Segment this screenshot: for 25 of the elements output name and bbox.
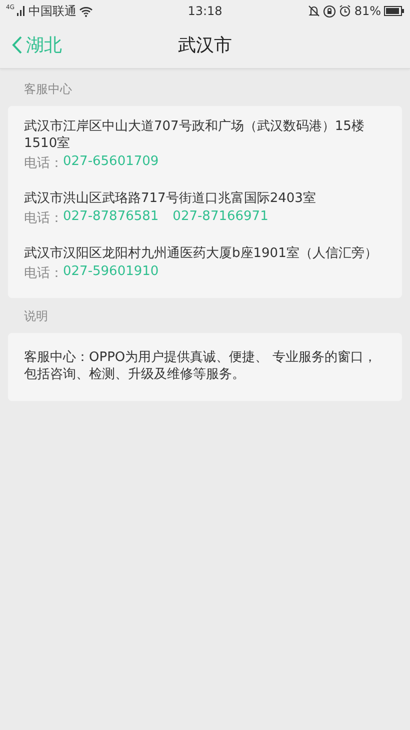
phone-label: 电话： xyxy=(24,155,63,172)
phone-link[interactable]: 027-59601910 xyxy=(63,264,159,282)
bell-off-icon xyxy=(308,5,320,17)
section-header: 说明 xyxy=(23,308,49,325)
signal-icon xyxy=(17,6,26,16)
phone-label: 电话： xyxy=(24,210,63,227)
description-text: 客服中心：OPPO为用户提供真诚、便捷、 专业服务的窗口，包括咨询、检测、升级及维修等服务。 xyxy=(24,349,378,384)
chevron-left-icon xyxy=(12,36,22,54)
wifi-icon xyxy=(79,6,94,16)
rotation-lock-icon xyxy=(323,4,336,18)
page-title: 武汉市 xyxy=(178,34,232,57)
section-header: 客服中心 xyxy=(23,81,73,98)
phone-link[interactable]: 027-87876581 xyxy=(63,209,159,227)
carrier-name: 中国联通 xyxy=(28,2,76,20)
alarm-clock-icon xyxy=(339,5,352,17)
battery-level: 81% xyxy=(354,4,381,18)
address-text: 武汉市江岸区中山大道707号政和广场（武汉数码港）15楼1510室 xyxy=(24,118,366,152)
back-button[interactable]: 湖北 xyxy=(0,32,68,58)
address-text: 武汉市洪山区武珞路717号街道口兆富国际2403室 xyxy=(24,190,317,207)
phone-label: 电话： xyxy=(24,265,63,282)
address-text: 武汉市汉阳区龙阳村九州通医药大厦b座1901室（人信汇旁） xyxy=(24,245,378,262)
phone-link[interactable]: 027-87166971 xyxy=(172,209,268,227)
phone-link[interactable]: 027-65601709 xyxy=(63,154,159,172)
clock-time: 13:18 xyxy=(188,4,222,18)
battery-icon xyxy=(384,6,404,16)
